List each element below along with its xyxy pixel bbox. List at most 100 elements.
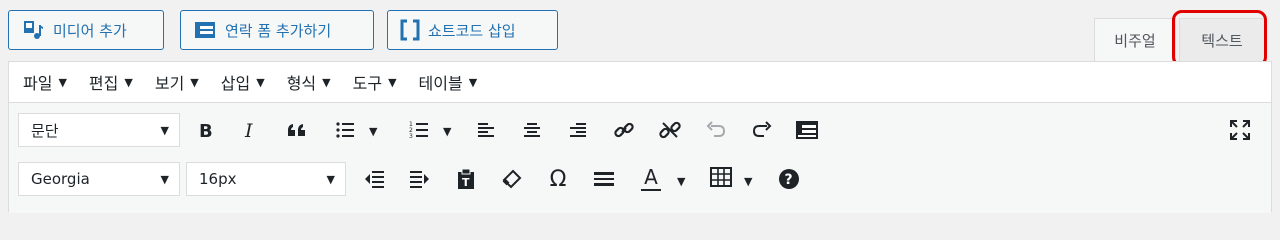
add-contact-form-label: 연락 폼 추가하기 — [225, 21, 332, 40]
align-right-button[interactable] — [563, 115, 593, 145]
caret-down-icon: ▼ — [468, 75, 478, 89]
add-contact-form-button[interactable]: 연락 폼 추가하기 — [180, 10, 374, 50]
font-family-select[interactable]: Georgia ▼ — [18, 162, 180, 196]
bullet-list-button[interactable] — [330, 115, 360, 145]
horizontal-line-button[interactable] — [589, 164, 619, 194]
menu-table[interactable]: 테이블 ▼ — [419, 70, 478, 94]
outdent-icon — [365, 171, 384, 188]
menu-view[interactable]: 보기 ▼ — [155, 70, 199, 94]
align-center-button[interactable] — [517, 115, 547, 145]
font-size-select[interactable]: 16px ▼ — [186, 162, 346, 196]
highlight-box — [1172, 10, 1267, 67]
tab-visual[interactable]: 비주얼 — [1094, 18, 1176, 62]
omega-icon: Ω — [549, 166, 567, 192]
add-media-button[interactable]: 미디어 추가 — [8, 10, 164, 50]
svg-text:I: I — [244, 120, 253, 140]
help-button[interactable]: ? — [774, 164, 804, 194]
svg-text:?: ? — [785, 172, 793, 188]
caret-down-icon: ▼ — [160, 173, 169, 186]
insert-link-button[interactable] — [609, 115, 639, 145]
editor-container: 파일 ▼ 편집 ▼ 보기 ▼ 삽입 ▼ 형식 ▼ 도구 ▼ 테이블 ▼ 문단 ▼ B I — [8, 61, 1272, 213]
menu-edit-label: 편집 — [88, 74, 119, 93]
menu-edit[interactable]: 편집 ▼ — [89, 70, 133, 94]
align-left-button[interactable] — [471, 115, 501, 145]
toolbar-toggle-button[interactable] — [792, 115, 822, 145]
font-family-value: Georgia — [31, 170, 90, 188]
svg-text:3: 3 — [409, 133, 413, 140]
bullet-list-icon — [336, 122, 354, 138]
editor-toolbar: 문단 ▼ B I ▼ 123 ▼ Georgia ▼ 16px ▼ T Ω A … — [9, 103, 1271, 213]
redo-button[interactable] — [747, 115, 777, 145]
menu-insert-label: 삽입 — [220, 74, 251, 93]
table-grid-icon — [710, 167, 732, 187]
add-media-label: 미디어 추가 — [53, 21, 127, 40]
font-size-value: 16px — [199, 170, 237, 188]
caret-down-icon: ▼ — [256, 75, 265, 89]
text-color-icon: A — [644, 165, 658, 189]
italic-button[interactable]: I — [236, 115, 266, 145]
media-icon — [21, 18, 45, 42]
numbered-list-button[interactable]: 123 — [404, 115, 434, 145]
text-color-button[interactable]: A — [636, 164, 666, 194]
menu-insert[interactable]: 삽입 ▼ — [221, 70, 265, 94]
kitchen-sink-icon — [796, 121, 818, 139]
clipboard-icon: T — [458, 168, 474, 189]
menu-file[interactable]: 파일 ▼ — [23, 70, 67, 94]
indent-button[interactable] — [405, 164, 435, 194]
unlink-icon — [659, 121, 681, 139]
menu-tools-label: 도구 — [352, 74, 383, 93]
shortcode-brackets-icon — [398, 18, 422, 42]
menu-format[interactable]: 형식 ▼ — [287, 70, 331, 94]
horizontal-line-icon — [594, 172, 614, 186]
table-button[interactable] — [706, 162, 736, 192]
numbered-list-icon: 123 — [409, 121, 428, 140]
undo-button[interactable] — [701, 115, 731, 145]
blockquote-button[interactable] — [282, 115, 312, 145]
undo-icon — [706, 121, 726, 137]
svg-text:B: B — [199, 121, 213, 140]
align-right-icon — [570, 123, 586, 137]
menu-tools[interactable]: 도구 ▼ — [353, 70, 397, 94]
caret-down-icon[interactable]: ▼ — [677, 175, 685, 188]
text-color-swatch — [641, 189, 661, 191]
media-buttons-bar: 미디어 추가 연락 폼 추가하기 쇼트코드 삽입 비주얼 텍스트 — [0, 0, 1280, 67]
caret-down-icon: ▼ — [190, 75, 199, 89]
special-character-button[interactable]: Ω — [543, 164, 573, 194]
redo-icon — [752, 121, 772, 137]
outdent-button[interactable] — [359, 164, 389, 194]
quote-icon — [288, 124, 305, 136]
bold-icon: B — [199, 121, 213, 140]
insert-shortcode-button[interactable]: 쇼트코드 삽입 — [387, 10, 558, 50]
fullscreen-icon — [1230, 120, 1250, 140]
insert-shortcode-label: 쇼트코드 삽입 — [428, 21, 516, 40]
italic-icon: I — [244, 120, 253, 140]
link-icon — [614, 122, 634, 138]
indent-icon — [410, 171, 429, 188]
svg-text:T: T — [462, 176, 470, 189]
align-left-icon — [478, 123, 494, 137]
format-select-value: 문단 — [31, 121, 59, 140]
remove-link-button[interactable] — [655, 115, 685, 145]
caret-down-icon: ▼ — [124, 75, 133, 89]
menu-view-label: 보기 — [154, 74, 185, 93]
caret-down-icon: ▼ — [326, 173, 335, 186]
clear-formatting-button[interactable] — [497, 164, 527, 194]
caret-down-icon[interactable]: ▼ — [369, 125, 377, 138]
menu-format-label: 형식 — [286, 74, 317, 93]
align-center-icon — [524, 123, 540, 137]
caret-down-icon[interactable]: ▼ — [443, 125, 451, 138]
eraser-icon — [502, 169, 522, 189]
bold-button[interactable]: B — [191, 115, 221, 145]
tab-visual-label: 비주얼 — [1114, 32, 1156, 50]
caret-down-icon: ▼ — [388, 75, 397, 89]
fullscreen-button[interactable] — [1225, 115, 1255, 145]
paste-as-text-button[interactable]: T — [451, 164, 481, 194]
menubar: 파일 ▼ 편집 ▼ 보기 ▼ 삽입 ▼ 형식 ▼ 도구 ▼ 테이블 ▼ — [9, 62, 1271, 103]
caret-down-icon: ▼ — [160, 124, 169, 137]
caret-down-icon[interactable]: ▼ — [744, 175, 752, 188]
format-select[interactable]: 문단 ▼ — [18, 113, 180, 147]
caret-down-icon: ▼ — [322, 75, 331, 89]
help-icon: ? — [779, 169, 799, 189]
form-icon — [193, 18, 217, 42]
caret-down-icon: ▼ — [58, 75, 67, 89]
